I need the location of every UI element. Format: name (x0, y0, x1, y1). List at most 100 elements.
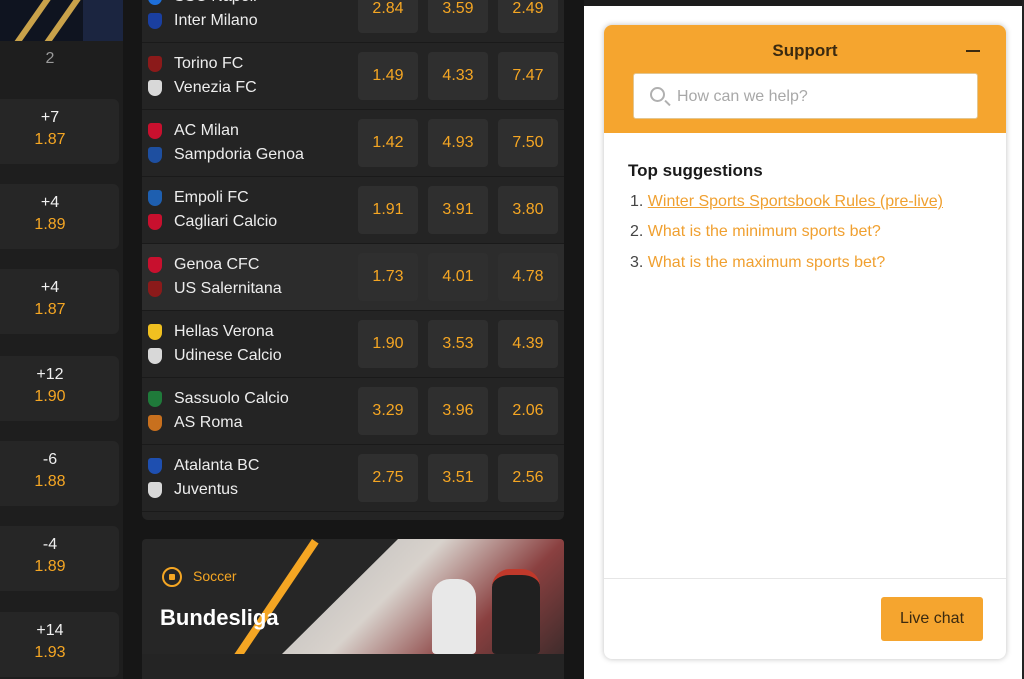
away-team: Inter Milano (148, 10, 258, 32)
search-input[interactable] (677, 86, 967, 108)
draw-odd-button[interactable]: 3.96 (428, 387, 488, 435)
draw-odd-button[interactable]: 3.59 (428, 0, 488, 33)
handicap-line: -6 (42, 451, 58, 468)
team-name: Torino FC (174, 55, 244, 72)
away-win-odd-button[interactable]: 3.80 (498, 186, 558, 234)
match-list: SSC Napoli Inter Milano 2.84 3.59 2.49 Torino… (142, 0, 564, 520)
suggestion-link[interactable]: What is the maximum sports bet? (648, 254, 885, 271)
handicap-odd-button[interactable]: +7 1.87 (0, 99, 119, 164)
home-win-odd-button[interactable]: 2.75 (358, 454, 418, 502)
home-win-odd-button[interactable]: 1.90 (358, 320, 418, 368)
away-win-odd-button[interactable]: 2.49 (498, 0, 558, 33)
match-row[interactable]: Hellas Verona Udinese Calcio 1.90 3.53 4.39 (142, 311, 564, 378)
handicap-odd-button[interactable]: -4 1.89 (0, 526, 119, 591)
handicap-odd-button[interactable]: +4 1.87 (0, 269, 119, 334)
match-row[interactable]: AC Milan Sampdoria Genoa 1.42 4.93 7.50 (142, 110, 564, 177)
suggestion-link[interactable]: What is the minimum sports bet? (648, 223, 881, 240)
home-team: Hellas Verona (148, 321, 274, 343)
team-name: SSC Napoli (174, 0, 257, 6)
handicap-line: -4 (42, 536, 58, 553)
away-team: Udinese Calcio (148, 345, 282, 367)
handicap-odd: 1.88 (34, 473, 66, 490)
home-team: Genoa CFC (148, 254, 259, 276)
handicap-odd-button[interactable]: +4 1.89 (0, 184, 119, 249)
match-row[interactable]: Atalanta BC Juventus 2.75 3.51 2.56 (142, 445, 564, 512)
suggestion-link[interactable]: Winter Sports Sportsbook Rules (pre-live… (648, 193, 943, 210)
handicap-odd-button[interactable]: +14 1.93 (0, 612, 119, 677)
home-team: AC Milan (148, 120, 239, 142)
team-name: Sampdoria Genoa (174, 146, 304, 163)
away-team: AS Roma (148, 412, 242, 434)
team-name: US Salernitana (174, 280, 282, 297)
home-win-odd-button[interactable]: 2.84 (358, 0, 418, 33)
home-win-odd-button[interactable]: 1.73 (358, 253, 418, 301)
minimize-icon[interactable] (966, 50, 980, 52)
team-crest-icon (148, 80, 162, 96)
team-name: Genoa CFC (174, 256, 260, 273)
team-name: Sassuolo Calcio (174, 390, 289, 407)
suggestions-title: Top suggestions (628, 161, 763, 180)
away-win-odd-button[interactable]: 2.56 (498, 454, 558, 502)
footer-divider (604, 578, 1006, 579)
suggestion-number: 2. (630, 223, 644, 240)
handicap-odd-button[interactable]: +12 1.90 (0, 356, 119, 421)
team-name: Hellas Verona (174, 323, 274, 340)
live-chat-button[interactable]: Live chat (881, 597, 983, 641)
away-win-odd-button[interactable]: 7.47 (498, 52, 558, 100)
match-row[interactable]: Empoli FC Cagliari Calcio 1.91 3.91 3.80 (142, 177, 564, 244)
team-name: Juventus (174, 481, 239, 498)
suggestion-item: 2. What is the minimum sports bet? (630, 223, 881, 241)
team-crest-icon (148, 123, 162, 139)
match-row[interactable]: SSC Napoli Inter Milano 2.84 3.59 2.49 (142, 0, 564, 43)
match-row[interactable]: Torino FC Venezia FC 1.49 4.33 7.47 (142, 43, 564, 110)
sport-label: Soccer (193, 568, 237, 584)
draw-odd-button[interactable]: 3.51 (428, 454, 488, 502)
team-crest-icon (148, 324, 162, 340)
team-crest-icon (148, 415, 162, 431)
handicap-odd-button[interactable]: -6 1.88 (0, 441, 119, 506)
home-team: SSC Napoli (148, 0, 257, 8)
team-crest-icon (148, 56, 162, 72)
away-win-odd-button[interactable]: 4.78 (498, 253, 558, 301)
team-name: Cagliari Calcio (174, 213, 278, 230)
draw-odd-button[interactable]: 4.01 (428, 253, 488, 301)
match-row[interactable]: Sassuolo Calcio AS Roma 3.29 3.96 2.06 (142, 378, 564, 445)
handicap-line: +12 (36, 366, 64, 383)
away-win-odd-button[interactable]: 2.06 (498, 387, 558, 435)
suggestion-item: 3. What is the maximum sports bet? (630, 254, 885, 272)
team-name: Inter Milano (174, 12, 258, 29)
suggestion-number: 3. (630, 254, 644, 271)
left-odds-column: 2 +7 1.87 +4 1.89 +4 1.87 +12 1.90 -6 1.… (0, 0, 123, 679)
support-header: Support (604, 25, 1006, 133)
league-banner[interactable]: Soccer Bundesliga (142, 539, 564, 654)
draw-odd-button[interactable]: 3.53 (428, 320, 488, 368)
home-win-odd-button[interactable]: 1.49 (358, 52, 418, 100)
team-name: AS Roma (174, 414, 243, 431)
team-name: Udinese Calcio (174, 347, 282, 364)
away-win-odd-button[interactable]: 7.50 (498, 119, 558, 167)
home-team: Torino FC (148, 53, 243, 75)
home-team: Atalanta BC (148, 455, 259, 477)
draw-odd-button[interactable]: 4.33 (428, 52, 488, 100)
team-name: Atalanta BC (174, 457, 260, 474)
handicap-odd: 1.93 (34, 644, 66, 661)
draw-odd-button[interactable]: 3.91 (428, 186, 488, 234)
team-crest-icon (148, 13, 162, 29)
handicap-odd: 1.87 (34, 131, 66, 148)
league-title: Bundesliga (160, 605, 279, 630)
team-crest-icon (148, 0, 162, 5)
team-crest-icon (148, 391, 162, 407)
team-crest-icon (148, 257, 162, 273)
handicap-odd: 1.89 (34, 216, 66, 233)
match-row[interactable]: Genoa CFC US Salernitana 1.73 4.01 4.78 (142, 244, 564, 311)
support-title: Support (772, 41, 838, 60)
search-box[interactable] (633, 73, 978, 119)
draw-odd-button[interactable]: 4.93 (428, 119, 488, 167)
suggestion-item: 1. Winter Sports Sportsbook Rules (pre-l… (630, 193, 943, 211)
home-win-odd-button[interactable]: 1.42 (358, 119, 418, 167)
away-win-odd-button[interactable]: 4.39 (498, 320, 558, 368)
away-team: US Salernitana (148, 278, 282, 300)
home-win-odd-button[interactable]: 1.91 (358, 186, 418, 234)
away-team: Juventus (148, 479, 238, 501)
home-win-odd-button[interactable]: 3.29 (358, 387, 418, 435)
